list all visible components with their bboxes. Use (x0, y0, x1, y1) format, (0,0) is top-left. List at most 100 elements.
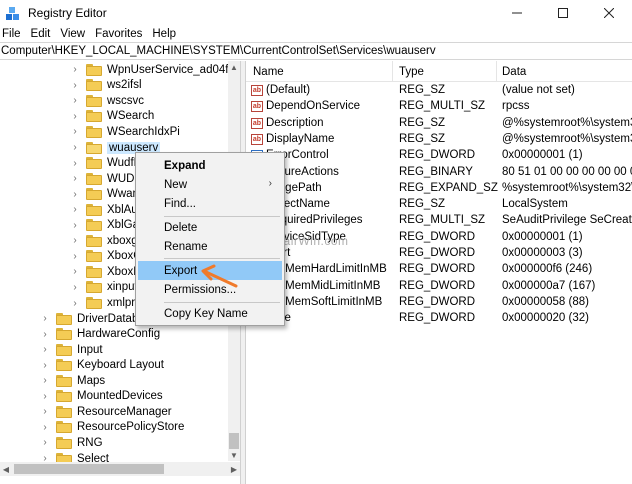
string-value-icon: ab (251, 85, 263, 96)
scroll-right-icon[interactable]: ▶ (228, 462, 240, 476)
menu-item-rename[interactable]: Rename (138, 237, 282, 256)
chevron-right-icon[interactable]: › (40, 422, 50, 433)
value-row[interactable]: abImagePathREG_EXPAND_SZ%systemroot%\sys… (246, 181, 632, 197)
value-type: REG_BINARY (399, 165, 473, 178)
menu-favorites[interactable]: Favorites (90, 28, 147, 40)
tree-item[interactable]: › MountedDevices (40, 389, 163, 405)
value-row[interactable]: 01SvcMemMidLimitInMBREG_DWORD0x000000a7 … (246, 279, 632, 295)
folder-icon (86, 188, 102, 201)
chevron-right-icon[interactable]: › (40, 344, 50, 355)
value-row[interactable]: 01ErrorControlREG_DWORD0x00000001 (1) (246, 148, 632, 164)
value-data: 0x00000001 (1) (502, 230, 583, 243)
chevron-right-icon[interactable]: › (70, 64, 80, 75)
value-type: REG_EXPAND_SZ (399, 181, 498, 194)
tree-item[interactable]: › ResourceManager (40, 404, 172, 420)
tree-item[interactable]: › wscsvc (70, 93, 144, 109)
column-data[interactable]: Data (502, 66, 526, 78)
value-row[interactable]: 01FailureActionsREG_BINARY80 51 01 00 00… (246, 165, 632, 181)
menu-item-export[interactable]: Export (138, 261, 282, 280)
chevron-right-icon[interactable]: › (40, 313, 50, 324)
value-row[interactable]: ab (Default) REG_SZ (value not set) (246, 83, 632, 99)
value-row[interactable]: abObjectNameREG_SZLocalSystem (246, 197, 632, 213)
value-type: REG_DWORD (399, 279, 476, 292)
tree-item[interactable]: › Keyboard Layout (40, 357, 164, 373)
tree-item-label: ResourceManager (77, 405, 172, 418)
scroll-down-icon[interactable]: ▼ (228, 449, 240, 461)
close-button[interactable] (586, 0, 632, 25)
chevron-right-icon[interactable]: › (70, 158, 80, 169)
chevron-right-icon[interactable]: › (40, 329, 50, 340)
chevron-right-icon[interactable]: › (40, 391, 50, 402)
value-row[interactable]: 01SvcMemSoftLimitInMBREG_DWORD0x00000058… (246, 295, 632, 311)
tree-item[interactable]: › ws2ifsl (70, 78, 142, 94)
menu-file[interactable]: File (0, 28, 26, 40)
menu-item-delete[interactable]: Delete (138, 218, 282, 237)
chevron-right-icon[interactable]: › (70, 220, 80, 231)
chevron-right-icon[interactable]: › (40, 406, 50, 417)
value-data: 0x00000003 (3) (502, 247, 583, 259)
chevron-right-icon[interactable]: › (70, 80, 80, 91)
folder-icon (56, 343, 72, 356)
tree-item[interactable]: › WSearchIdxPi (70, 124, 180, 140)
tree-item[interactable]: › WpnUserService_ad04f9 (70, 62, 235, 78)
value-row[interactable]: 01SvcMemHardLimitInMBREG_DWORD0x000000f6… (246, 262, 632, 278)
value-row[interactable]: 01TypeREG_DWORD0x00000020 (32) (246, 311, 632, 327)
menu-item-new[interactable]: New › (138, 175, 282, 194)
column-name[interactable]: Name (253, 66, 284, 78)
chevron-right-icon[interactable]: › (40, 437, 50, 448)
value-row[interactable]: abDisplayName REG_SZ @%systemroot%\system3… (246, 132, 632, 148)
minimize-icon (512, 12, 522, 13)
chevron-right-icon[interactable]: › (40, 360, 50, 371)
tree-item[interactable]: › HardwareConfig (40, 326, 160, 342)
chevron-right-icon[interactable]: › (70, 126, 80, 137)
folder-icon (56, 312, 72, 325)
chevron-right-icon[interactable]: › (70, 142, 80, 153)
registry-editor-icon (6, 6, 20, 20)
value-row[interactable]: abRequiredPrivilegesREG_MULTI_SZSeAuditP… (246, 213, 632, 229)
maximize-button[interactable] (540, 0, 586, 25)
chevron-right-icon[interactable]: › (70, 189, 80, 200)
tree-item[interactable]: › ResourcePolicyStore (40, 420, 184, 436)
tree-item[interactable]: › WudfPf (70, 155, 145, 171)
scroll-up-icon[interactable]: ▲ (228, 61, 240, 73)
scroll-left-icon[interactable]: ◀ (0, 462, 12, 476)
value-type: REG_SZ (399, 132, 446, 145)
menu-edit[interactable]: Edit (26, 28, 56, 40)
chevron-right-icon[interactable]: › (70, 235, 80, 246)
chevron-right-icon[interactable]: › (70, 204, 80, 215)
tree-horizontal-scrollbar[interactable]: ◀ ▶ (0, 462, 240, 476)
tree-item[interactable]: › RNG (40, 435, 103, 451)
tree-item[interactable]: › Input (40, 342, 103, 358)
chevron-right-icon[interactable]: › (70, 298, 80, 309)
chevron-right-icon[interactable]: › (70, 251, 80, 262)
minimize-button[interactable] (494, 0, 540, 25)
tree-scroll-thumb[interactable] (229, 433, 239, 449)
chevron-right-icon[interactable]: › (70, 282, 80, 293)
chevron-right-icon[interactable]: › (40, 375, 50, 386)
chevron-right-icon[interactable]: › (70, 95, 80, 106)
menu-help[interactable]: Help (147, 28, 181, 40)
address-bar[interactable]: Computer\HKEY_LOCAL_MACHINE\SYSTEM\Curre… (0, 42, 632, 60)
column-type[interactable]: Type (399, 66, 424, 78)
tree-item[interactable]: › WSearch (70, 109, 154, 125)
tree-item[interactable]: › Maps (40, 373, 105, 389)
value-row[interactable]: abDescription REG_SZ @%systemroot%\system3… (246, 116, 632, 132)
close-icon (604, 7, 614, 18)
menu-item-expand[interactable]: Expand (138, 156, 282, 175)
chevron-right-icon[interactable]: › (70, 111, 80, 122)
tree-hscroll-thumb[interactable] (14, 464, 164, 474)
tree-item-label: HardwareConfig (77, 328, 161, 341)
value-type: REG_DWORD (399, 312, 476, 325)
menu-view[interactable]: View (55, 28, 90, 40)
menu-item-permissions[interactable]: Permissions... (138, 280, 282, 299)
menu-item-copy-key-name[interactable]: Copy Key Name (138, 304, 282, 323)
menu-item-find[interactable]: Find... (138, 194, 282, 213)
tree-item-label: WSearchIdxPi (107, 125, 180, 138)
chevron-right-icon[interactable]: › (70, 266, 80, 277)
value-row[interactable]: 01StartREG_DWORD0x00000003 (3) (246, 246, 632, 262)
tree-item-label: WpnUserService_ad04f9 (107, 63, 235, 76)
value-row[interactable]: ab DependOnService REG_MULTI_SZ rpcss (246, 99, 632, 115)
chevron-right-icon[interactable]: › (70, 173, 80, 184)
folder-icon (56, 328, 72, 341)
tree-item-label: ResourcePolicyStore (77, 421, 185, 434)
